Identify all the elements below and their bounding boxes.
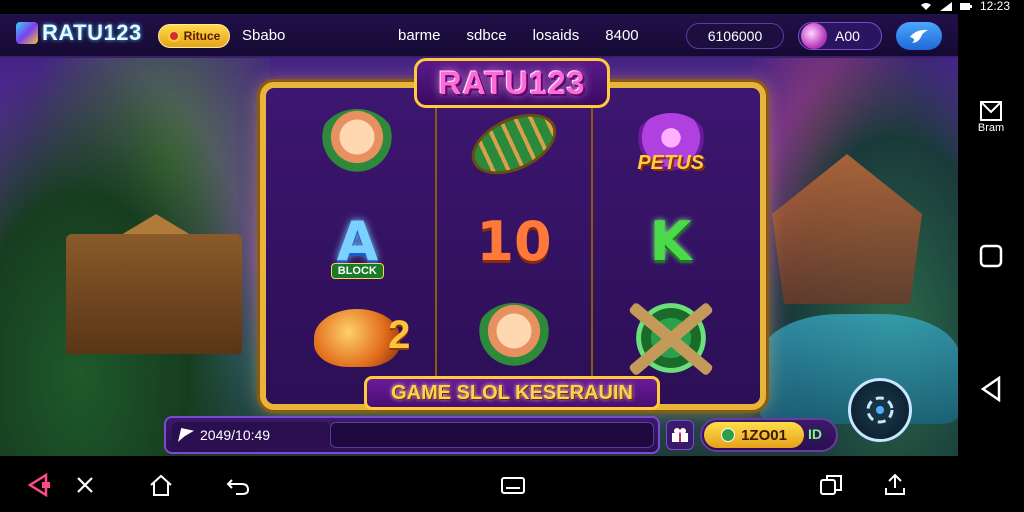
battery-icon [959, 2, 972, 10]
promo-button[interactable]: Rituce [158, 24, 230, 48]
reel-cell [280, 289, 435, 386]
reel-cell [280, 96, 435, 193]
profile-button[interactable]: A00 [798, 22, 882, 50]
flag-icon [178, 428, 194, 442]
status-bar: 12:23 [0, 0, 1024, 14]
side-nav-label: Bram [977, 122, 1005, 134]
game-screen: 12:23 RATU123 Rituce Sbabo barme sdbce l… [0, 0, 1024, 512]
bottom-nav-bar [0, 456, 1024, 512]
bet-info[interactable]: 2049/10:49 [172, 422, 330, 448]
bottom-nav-undo[interactable] [224, 472, 254, 498]
reel-cell: K [593, 193, 748, 290]
spin-code: ID [808, 426, 822, 442]
pot-symbol-icon [314, 308, 410, 367]
status-icons: 12:23 [920, 0, 1010, 13]
pod-symbol-icon [462, 101, 566, 187]
hero-symbol-icon [318, 109, 397, 180]
share-button[interactable] [896, 22, 942, 50]
spin-button[interactable]: 1ZO01 [704, 422, 804, 448]
bet-input[interactable] [330, 422, 654, 448]
bottom-nav-copy[interactable] [816, 472, 846, 498]
logo-cube-icon [16, 22, 38, 44]
upload-icon [885, 473, 905, 495]
check-icon [721, 428, 736, 442]
bonus-label: PETUS [637, 151, 705, 174]
square-icon [979, 244, 1003, 268]
balance-display[interactable]: 6106000 [686, 23, 784, 49]
bottom-nav-home[interactable] [146, 472, 176, 498]
reel-cell [593, 289, 748, 386]
bird-icon [910, 29, 928, 43]
reel-2: 10 [437, 96, 594, 386]
promo-label: Rituce [183, 29, 221, 43]
side-nav-back[interactable] [958, 376, 1024, 402]
reel-cell [437, 96, 592, 193]
target-symbol-icon [635, 302, 706, 373]
gift-button[interactable] [666, 420, 694, 450]
bowtie-icon [980, 101, 1002, 121]
home-icon [150, 474, 172, 496]
wifi-icon [920, 2, 931, 10]
side-nav-bar: Bram [958, 14, 1024, 456]
nav-link-slot[interactable]: sdbce [467, 27, 507, 44]
slot-title: RATU123 [414, 58, 610, 108]
auto-spin-button[interactable] [848, 378, 912, 442]
reel-1: A BLOCK [280, 96, 437, 386]
bottom-nav-back[interactable] [24, 472, 54, 498]
signal-icon [939, 1, 952, 11]
bet-bar: 2049/10:49 [164, 416, 660, 454]
slot-reels: A BLOCK 10 PETUS K [280, 96, 748, 386]
avatar [801, 23, 827, 49]
undo-icon [226, 479, 250, 495]
coin-icon [167, 30, 180, 42]
auto-spin-icon [866, 396, 894, 424]
reel-cell: A BLOCK [280, 193, 435, 290]
status-time: 12:23 [979, 0, 1010, 13]
reel-cell [437, 289, 592, 386]
reel-cell: PETUS [593, 96, 748, 193]
spin-control[interactable]: 1ZO01 ID [700, 418, 838, 452]
gift-icon [672, 428, 688, 442]
close-icon [77, 477, 93, 493]
side-nav-recents[interactable] [958, 244, 1024, 268]
profile-value: A00 [835, 28, 860, 44]
back-arrow-icon [27, 473, 50, 497]
hero-symbol-icon [475, 302, 553, 373]
window-icon [501, 477, 525, 494]
header-nav: barme sdbce losaids 8400 [398, 27, 639, 44]
bottom-nav-window[interactable] [498, 472, 528, 498]
copy-icon [820, 475, 842, 495]
slot-banner: GAME SLOL KESERAUIN [364, 376, 660, 410]
bottom-nav-share[interactable] [880, 472, 910, 498]
brand-logo[interactable]: RATU123 [16, 20, 142, 46]
balance-value: 6106000 [707, 28, 763, 44]
spin-amount-value: 1ZO01 [741, 426, 787, 444]
side-nav-item-gallery[interactable]: Bram [958, 100, 1024, 134]
bottom-nav-close[interactable] [70, 472, 100, 498]
brand-name: RATU123 [42, 20, 142, 45]
nav-link-game[interactable]: barme [398, 27, 441, 44]
bet-text: 2049/10:49 [200, 427, 271, 443]
reel-cell: 10 [437, 193, 592, 290]
back-triangle-icon [980, 376, 1001, 402]
letter-k-symbol: K [649, 209, 692, 273]
game-header: RATU123 Rituce Sbabo barme sdbce losaids… [0, 14, 958, 58]
nav-link-casino[interactable]: losaids [533, 27, 580, 44]
hut-decoration [66, 234, 242, 354]
reel-3: PETUS K [593, 96, 748, 386]
nav-link-home[interactable]: Sbabo [242, 27, 285, 44]
ten-symbol: 10 [476, 209, 552, 273]
nav-link-amount[interactable]: 8400 [605, 27, 638, 44]
symbol-tag: BLOCK [330, 263, 384, 280]
